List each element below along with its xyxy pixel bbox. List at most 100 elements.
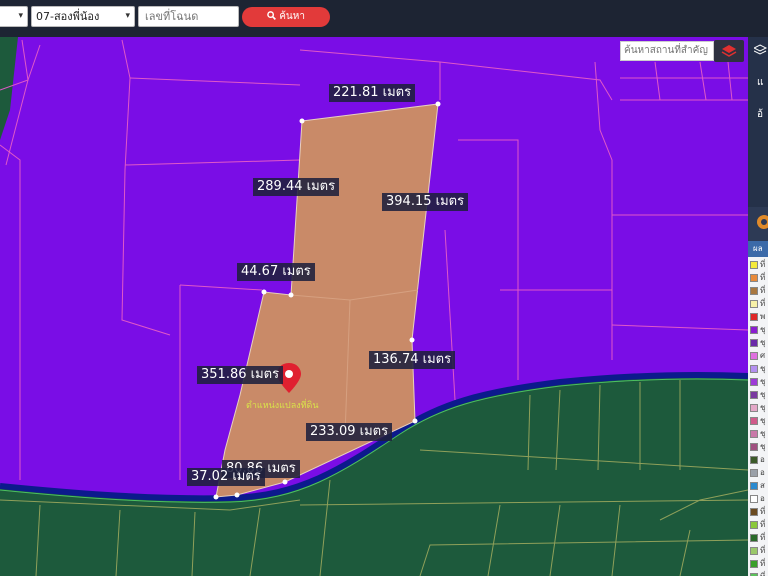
legend-swatch [750, 456, 758, 464]
top-toolbar: ▾ 07-สองพี่น้อง ▾ ค้นหา [0, 0, 768, 37]
legend-label: ที่ [760, 546, 766, 555]
measurement-label: 233.09 เมตร [306, 423, 393, 441]
legend-label: ชุ [760, 390, 766, 399]
legend-item[interactable]: ชุ [748, 428, 768, 441]
legend-swatch [750, 339, 758, 347]
layers-outline-icon[interactable] [754, 41, 768, 61]
sidebar-top-panel: แ อ้ [748, 37, 768, 207]
legend-label: ที่ [760, 286, 766, 295]
place-search-input[interactable] [620, 41, 714, 61]
legend-label: ที่ [760, 571, 765, 576]
legend-label: ที่ [760, 520, 766, 529]
right-sidebar: แ อ้ ผล ที่ ที่ ที่ ที่พชุ ชุศชุ ชุ ชุ ชุ ชุ ชุ ชุ… [748, 37, 768, 576]
legend-item[interactable]: ที่ [748, 558, 768, 571]
legend-item[interactable]: ชุ [748, 363, 768, 376]
pin-caption: ตำแหน่งแปลงที่ดิน [246, 401, 319, 411]
legend-item[interactable]: ชุ [748, 441, 768, 454]
legend-swatch [750, 326, 758, 334]
legend-item[interactable]: ชุ [748, 402, 768, 415]
legend-item[interactable]: อ [748, 493, 768, 506]
legend-item[interactable]: ศ [748, 350, 768, 363]
legend-item[interactable]: ที่ [748, 298, 768, 311]
search-button[interactable]: ค้นหา [242, 7, 330, 27]
legend-label: พ [760, 312, 766, 321]
legend-swatch [750, 352, 758, 360]
legend-item[interactable]: ส [748, 480, 768, 493]
legend-label: อ [760, 455, 765, 464]
legend-label: ชุ [760, 403, 766, 412]
legend-swatch [750, 560, 758, 568]
legend-item[interactable]: ที่ [748, 532, 768, 545]
legend-label: ชุ [760, 442, 766, 451]
district-select[interactable]: 07-สองพี่น้อง ▾ [31, 6, 135, 27]
search-button-label: ค้นหา [279, 11, 305, 22]
legend-swatch [750, 300, 758, 308]
legend-item[interactable]: ชุ [748, 324, 768, 337]
legend-item[interactable]: ที่ [748, 272, 768, 285]
legend-label: ชุ [760, 364, 766, 373]
province-select[interactable]: ▾ [0, 6, 28, 27]
legend-swatch [750, 534, 758, 542]
legend-item[interactable]: ชุ [748, 376, 768, 389]
legend-label: ที่ [760, 299, 766, 308]
legend-label: ชุ [760, 338, 766, 347]
legend-item[interactable]: ที่ [748, 506, 768, 519]
legend-swatch [750, 365, 758, 373]
legend-item[interactable]: ชุ [748, 389, 768, 402]
legend-label: อ [760, 494, 765, 503]
legend-item[interactable]: อ [748, 467, 768, 480]
legend-label: ที่ [760, 260, 766, 269]
measurement-label: 37.02 เมตร [187, 468, 265, 486]
sidebar-tab[interactable] [748, 207, 768, 241]
deed-number-input[interactable] [138, 6, 239, 27]
legend-item[interactable]: ที่ [748, 545, 768, 558]
measurement-label: 44.67 เมตร [237, 263, 315, 281]
legend-label: ชุ [760, 416, 766, 425]
legend-label: ชุ [760, 429, 766, 438]
magnifier-icon [267, 11, 276, 20]
layer-toggle-button[interactable] [714, 40, 744, 62]
legend-item[interactable]: อ [748, 454, 768, 467]
legend-swatch [750, 378, 758, 386]
legend-header: ผล [748, 241, 768, 257]
legend-swatch [750, 443, 758, 451]
circle-icon [757, 215, 768, 229]
layers-icon [721, 45, 737, 57]
legend-item[interactable]: ที่ [748, 259, 768, 272]
legend-swatch [750, 469, 758, 477]
legend-item[interactable]: ชุ [748, 415, 768, 428]
legend-item[interactable]: ชุ [748, 337, 768, 350]
sidebar-letter: อ้ [757, 109, 764, 120]
legend-swatch [750, 313, 758, 321]
district-dropdown-caret: ▾ [125, 11, 130, 21]
measurement-label: 221.81 เมตร [329, 84, 416, 102]
legend-label: ที่ [760, 533, 766, 542]
legend-item[interactable]: ที่ [748, 571, 768, 576]
sidebar-letter: แ [757, 77, 764, 88]
legend-label: ชุ [760, 325, 766, 334]
map-svg [0, 37, 748, 576]
map-canvas[interactable]: 221.81 เมตร 289.44 เมตร 394.15 เมตร 44.6… [0, 37, 748, 576]
legend-swatch [750, 508, 758, 516]
legend-swatch [750, 430, 758, 438]
province-dropdown-caret: ▾ [18, 11, 23, 21]
legend-swatch [750, 482, 758, 490]
legend-label: ที่ [760, 559, 766, 568]
legend-swatch [750, 417, 758, 425]
legend-label: ที่ [760, 273, 766, 282]
legend-label: ที่ [760, 507, 766, 516]
legend-swatch [750, 287, 758, 295]
measurement-label: 289.44 เมตร [253, 178, 340, 196]
measurement-label: 394.15 เมตร [382, 193, 469, 211]
legend-swatch [750, 495, 758, 503]
legend-swatch [750, 274, 758, 282]
legend-label: อ [760, 468, 765, 477]
measurement-label: 351.86 เมตร [197, 366, 284, 384]
legend-swatch [750, 404, 758, 412]
legend-item[interactable]: ที่ [748, 519, 768, 532]
legend-label: ส [760, 481, 765, 490]
legend-item[interactable]: พ [748, 311, 768, 324]
legend-swatch [750, 391, 758, 399]
legend-label: ชุ [760, 377, 766, 386]
legend-item[interactable]: ที่ [748, 285, 768, 298]
